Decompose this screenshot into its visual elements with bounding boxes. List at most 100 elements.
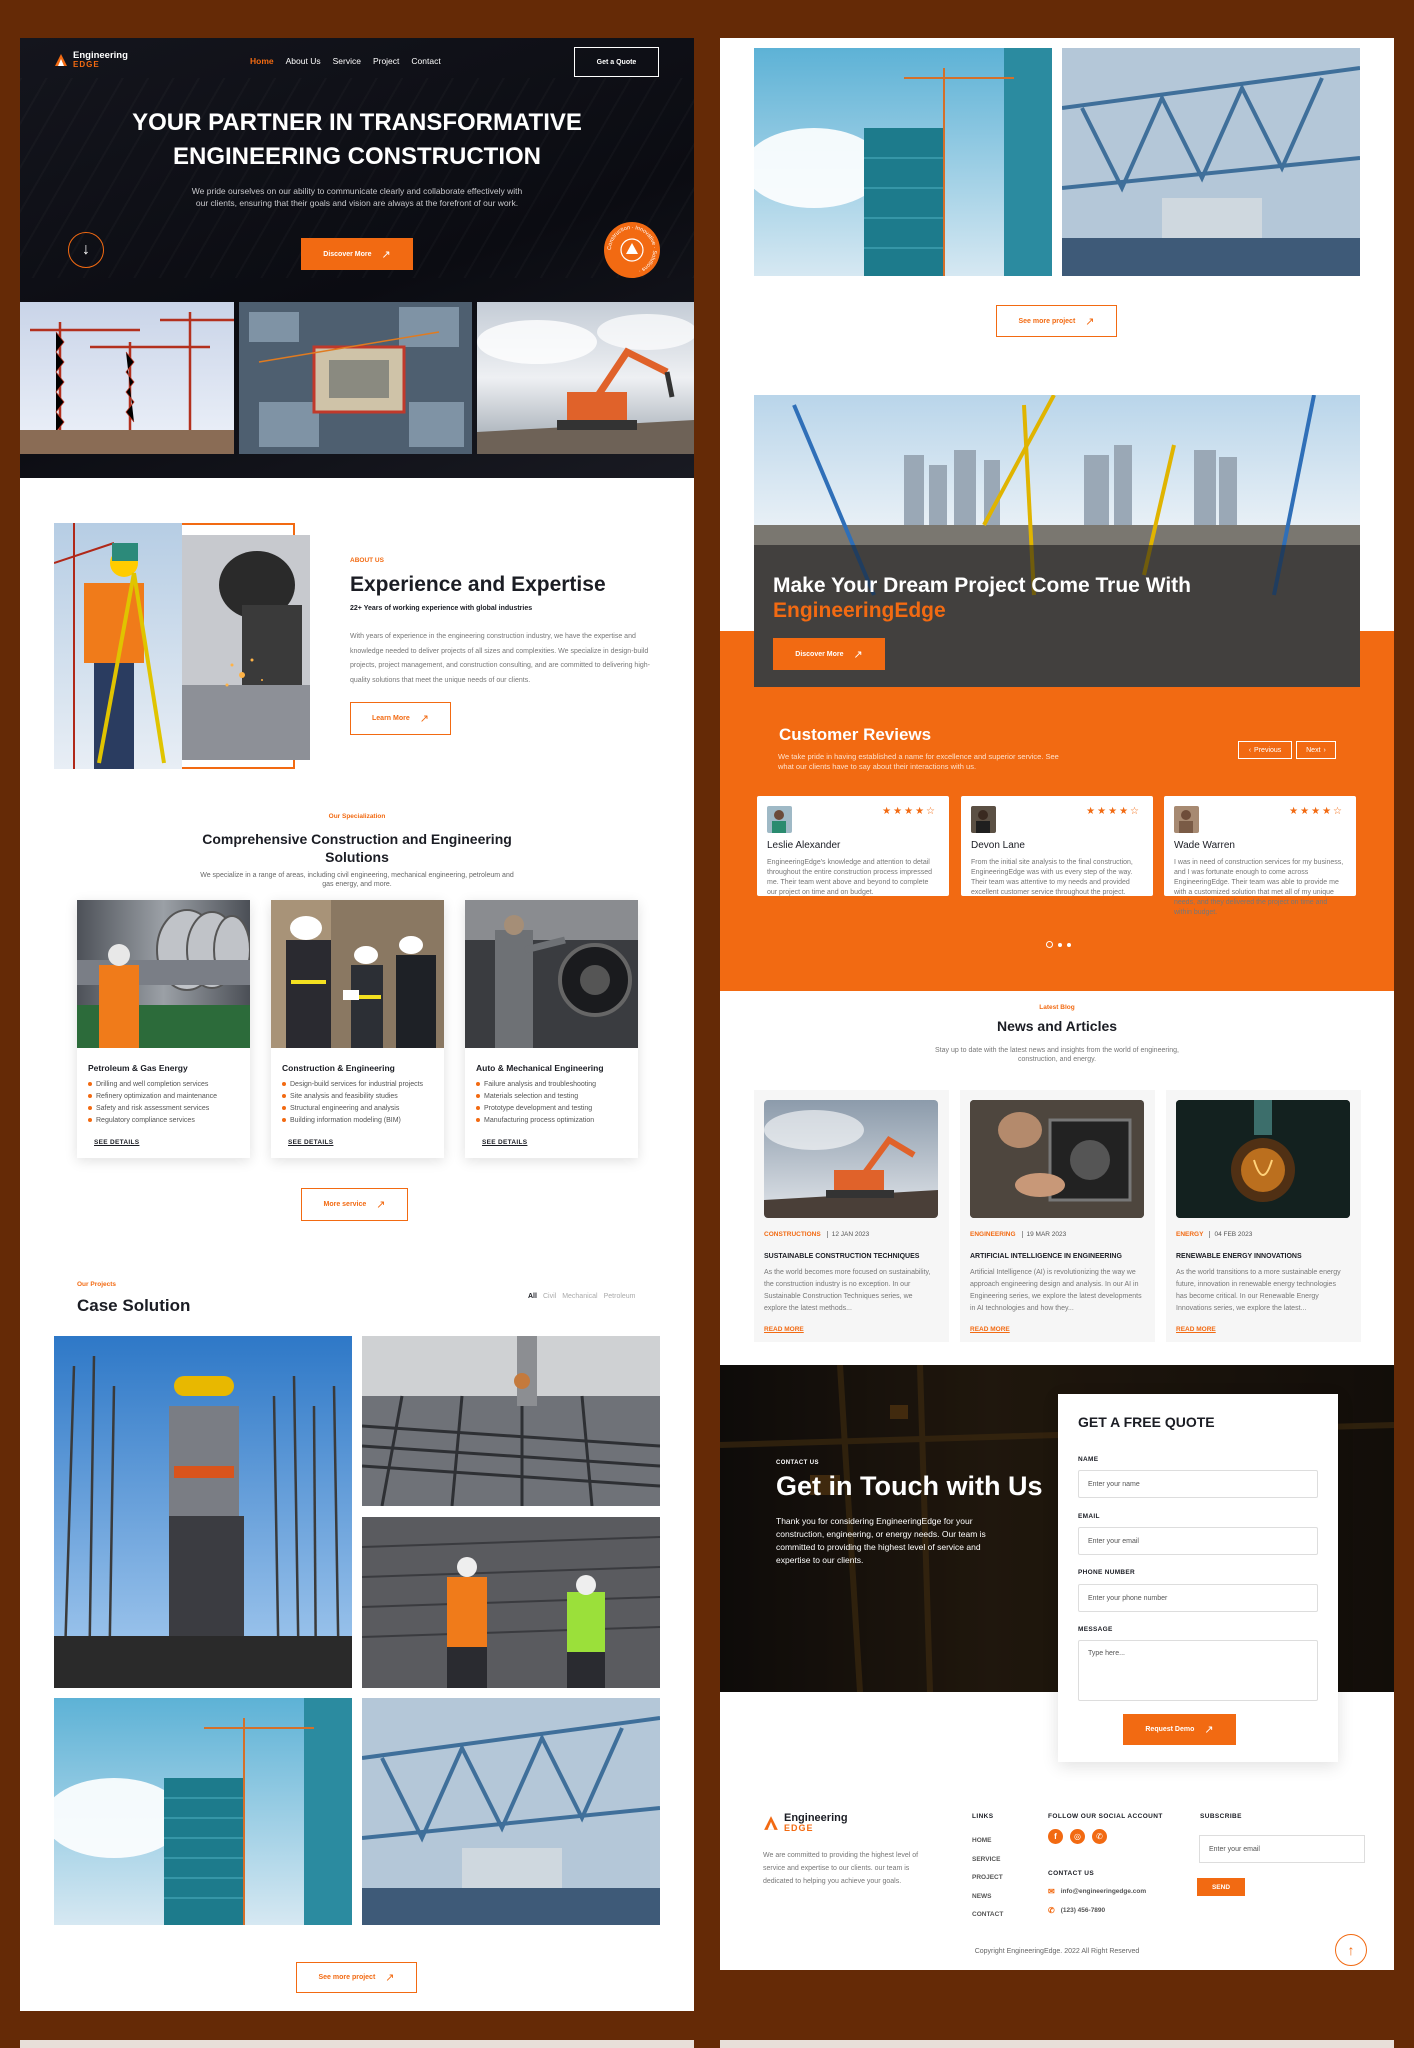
chevron-left-icon: ‹ — [1248, 746, 1252, 754]
nav-home[interactable]: Home — [250, 56, 274, 66]
dot-active[interactable] — [1046, 941, 1053, 948]
arrow-up-right-icon: ↗ — [853, 648, 863, 661]
service-title: Petroleum & Gas Energy — [88, 1063, 188, 1073]
article-image-excavator — [764, 1100, 938, 1218]
hero-discover-button[interactable]: Discover More ↗ — [301, 238, 413, 270]
project-photo-tower-2[interactable] — [754, 48, 1052, 276]
see-details-link[interactable]: SEE DETAILS — [288, 1139, 444, 1146]
blog-text: Stay up to date with the latest news and… — [935, 1047, 1179, 1063]
logo[interactable]: Engineering EDGE — [54, 50, 128, 69]
email-input[interactable]: Enter your email — [1078, 1527, 1318, 1555]
project-photo-steel-bridge-2[interactable] — [1062, 48, 1360, 276]
reviewer-name: Wade Warren — [1174, 840, 1235, 851]
read-more-link[interactable]: READ MORE — [1176, 1326, 1216, 1333]
footer-phone[interactable]: ✆ (123) 456-7890 — [1048, 1906, 1105, 1915]
service-item: Building information modeling (BIM) — [282, 1115, 444, 1127]
more-service-button[interactable]: More service ↗ — [301, 1188, 408, 1221]
phone-input[interactable]: Enter your phone number — [1078, 1584, 1318, 1612]
see-more-project-button[interactable]: See more project ↗ — [296, 1962, 417, 1993]
article-date: 12 JAN 2023 — [826, 1231, 870, 1238]
more-service-label: More service — [323, 1201, 367, 1208]
article-card[interactable]: ENERGY 04 FEB 2023 RENEWABLE ENERGY INNOV… — [1166, 1090, 1361, 1342]
service-card-construction[interactable]: Construction & Engineering Design-build … — [271, 900, 444, 1158]
footer-link-news[interactable]: NEWS — [972, 1888, 1003, 1907]
social-title: FOLLOW OUR SOCIAL ACCOUNT — [1048, 1813, 1163, 1820]
message-label: MESSAGE — [1078, 1626, 1113, 1633]
reviews-title: Customer Reviews — [779, 725, 932, 744]
learn-more-button[interactable]: Learn More ↗ — [350, 702, 451, 735]
article-title[interactable]: SUSTAINABLE CONSTRUCTION TECHNIQUES — [764, 1253, 919, 1260]
subscribe-send-button[interactable]: SEND — [1197, 1878, 1245, 1896]
dream-discover-button[interactable]: Discover More ↗ — [773, 638, 885, 670]
nav-contact[interactable]: Contact — [411, 56, 440, 66]
whatsapp-icon[interactable]: ✆ — [1092, 1829, 1107, 1844]
spec-text: We specialize in a range of areas, inclu… — [200, 872, 514, 888]
blog-title: News and Articles — [996, 1018, 1118, 1034]
logo-sub: EDGE — [73, 60, 100, 69]
article-category[interactable]: ENERGY — [1176, 1231, 1203, 1238]
footer-link-home[interactable]: HOME — [972, 1832, 1003, 1851]
facebook-icon[interactable]: f — [1048, 1829, 1063, 1844]
subscribe-input[interactable]: Enter your email — [1199, 1835, 1365, 1863]
scroll-down-icon[interactable]: ↓ — [68, 232, 104, 268]
article-category[interactable]: CONSTRUCTIONS — [764, 1231, 821, 1238]
phone-text: (123) 456-7890 — [1060, 1907, 1106, 1914]
read-more-link[interactable]: READ MORE — [970, 1326, 1010, 1333]
footer-logo[interactable]: Engineering EDGE — [763, 1812, 848, 1833]
nav-project[interactable]: Project — [373, 56, 399, 66]
article-title[interactable]: RENEWABLE ENERGY INNOVATIONS — [1176, 1253, 1302, 1260]
article-meta: ENERGY 04 FEB 2023 — [1176, 1231, 1253, 1238]
nav-service[interactable]: Service — [333, 56, 361, 66]
avatar — [767, 806, 792, 833]
get-quote-button[interactable]: Get a Quote — [574, 47, 659, 77]
reviews-next-button[interactable]: Next › — [1296, 741, 1336, 759]
project-photo-rebar-worker[interactable] — [54, 1336, 352, 1688]
message-textarea[interactable]: Type here... — [1078, 1640, 1318, 1701]
service-card-mechanical[interactable]: Auto & Mechanical Engineering Failure an… — [465, 900, 638, 1158]
review-card: ★★★★☆ Wade Warren I was in need of const… — [1164, 796, 1356, 916]
project-photo-workers-wall[interactable] — [362, 1517, 660, 1688]
arrow-up-right-icon: ↗ — [385, 1972, 395, 1984]
filter-all[interactable]: All — [528, 1293, 537, 1300]
rotating-badge: Construction · Innovative · Solutions · — [604, 222, 660, 278]
footer-link-contact[interactable]: CONTACT — [972, 1906, 1003, 1925]
name-input[interactable]: Enter your name — [1078, 1470, 1318, 1498]
article-title[interactable]: ARTIFICIAL INTELLIGENCE IN ENGINEERING — [970, 1253, 1122, 1260]
see-details-link[interactable]: SEE DETAILS — [482, 1139, 638, 1146]
article-category[interactable]: ENGINEERING — [970, 1231, 1016, 1238]
dot[interactable] — [1058, 942, 1062, 947]
filter-mechanical[interactable]: Mechanical — [562, 1293, 597, 1300]
project-filters: All Civil Mechanical Petroleum — [528, 1293, 636, 1300]
footer-link-project[interactable]: PROJECT — [972, 1869, 1003, 1888]
filter-civil[interactable]: Civil — [543, 1293, 556, 1300]
service-item: Drilling and well completion services — [88, 1079, 250, 1091]
rating-stars: ★★★★☆ — [1086, 806, 1141, 817]
project-photo-rebar-grid[interactable] — [362, 1336, 660, 1506]
see-details-link[interactable]: SEE DETAILS — [94, 1139, 250, 1146]
request-demo-button[interactable]: Request Demo ↗ — [1123, 1714, 1236, 1745]
reviews-prev-button[interactable]: ‹ Previous — [1238, 741, 1292, 759]
next-page-strip — [720, 2040, 1394, 2048]
read-more-link[interactable]: READ MORE — [764, 1326, 804, 1333]
service-title: Auto & Mechanical Engineering — [476, 1063, 604, 1073]
project-photo-steel-bridge[interactable] — [362, 1698, 660, 1925]
footer-link-service[interactable]: SERVICE — [972, 1851, 1003, 1870]
see-more-project-button-2[interactable]: See more project ↗ — [996, 305, 1117, 337]
service-item: Refinery optimization and maintenance — [88, 1091, 250, 1103]
service-card-petroleum[interactable]: Petroleum & Gas Energy Drilling and well… — [77, 900, 250, 1158]
email-label: EMAIL — [1078, 1513, 1100, 1520]
instagram-icon[interactable]: ◎ — [1070, 1829, 1085, 1844]
carousel-dots[interactable] — [1046, 941, 1071, 948]
project-photo-tower[interactable] — [54, 1698, 352, 1925]
article-card[interactable]: ENGINEERING 19 MAR 2023 ARTIFICIAL INTELL… — [960, 1090, 1155, 1342]
article-card[interactable]: CONSTRUCTIONS 12 JAN 2023 SUSTAINABLE CON… — [754, 1090, 949, 1342]
next-label: Next — [1306, 746, 1321, 754]
footer-email[interactable]: ✉ info@engineeringedge.com — [1048, 1887, 1146, 1896]
filter-petroleum[interactable]: Petroleum — [604, 1293, 636, 1300]
dream-project-banner: Make Your Dream Project Come True With E… — [754, 395, 1360, 687]
service-photo-mechanic — [465, 900, 638, 1048]
request-demo-label: Request Demo — [1145, 1726, 1195, 1733]
nav-about[interactable]: About Us — [286, 56, 321, 66]
service-list: Design-build services for industrial pro… — [282, 1079, 444, 1127]
dot[interactable] — [1067, 942, 1071, 947]
